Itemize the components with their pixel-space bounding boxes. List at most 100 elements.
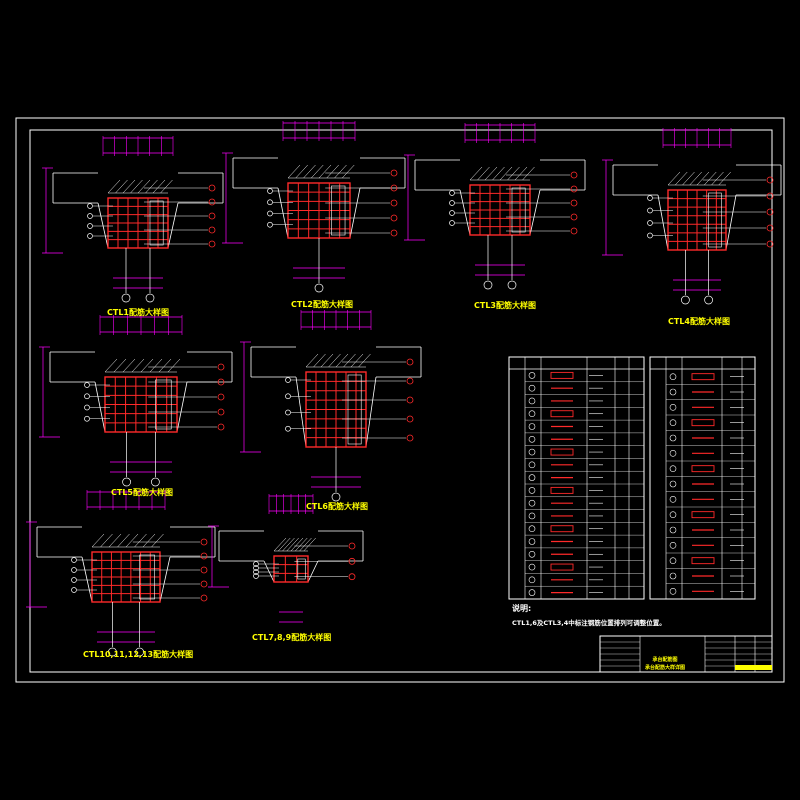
bar-mark-bubble bbox=[406, 396, 414, 404]
bar-shape bbox=[691, 373, 715, 381]
bar-number-bubble bbox=[528, 576, 536, 584]
bar-number-bubble bbox=[669, 588, 677, 595]
hatch-line bbox=[313, 353, 326, 368]
haunch-line bbox=[365, 376, 377, 448]
bar-number-bubble bbox=[669, 465, 677, 472]
hatch-line bbox=[484, 166, 498, 181]
detail-title-ctl6: CTL6配筋大样图 bbox=[306, 501, 368, 511]
bar-mark-bubble bbox=[285, 425, 291, 432]
bar-number-bubble bbox=[528, 487, 536, 494]
hatch-line bbox=[492, 166, 505, 181]
bar-mark-bubble bbox=[200, 594, 208, 602]
bar-shape bbox=[691, 511, 715, 519]
detail-title-ctl2: CTL2配筋大样图 bbox=[291, 299, 353, 309]
bar-number-bubble bbox=[669, 572, 677, 580]
bar-number-bubble bbox=[528, 512, 536, 520]
bar-mark-bubble bbox=[217, 423, 225, 431]
bar-number-bubble bbox=[528, 397, 536, 405]
detail-d2 bbox=[222, 121, 406, 293]
hatch-line bbox=[107, 179, 121, 194]
hatch-line bbox=[667, 171, 681, 186]
bar-number-bubble bbox=[669, 542, 677, 549]
hatch-line bbox=[130, 179, 143, 194]
bar-mark-bubble bbox=[390, 214, 398, 222]
hatch-line bbox=[122, 358, 136, 373]
bar-mark-bubble bbox=[87, 223, 93, 229]
bar-number-bubble bbox=[528, 474, 536, 481]
haunch-line bbox=[295, 376, 307, 448]
bar-mark-bubble bbox=[348, 542, 356, 550]
bar-number-bubble bbox=[528, 372, 536, 379]
axis-bubble bbox=[145, 293, 155, 303]
bar-mark-bubble bbox=[570, 213, 578, 221]
bar-shape bbox=[550, 486, 574, 494]
bar-number-bubble bbox=[669, 450, 677, 457]
hatch-line bbox=[160, 179, 173, 194]
bar-mark-bubble bbox=[449, 210, 455, 216]
bar-mark-bubble bbox=[285, 409, 291, 416]
hatch-line bbox=[718, 171, 731, 186]
hatch-line bbox=[675, 171, 688, 186]
hatch-line bbox=[335, 353, 349, 368]
hatch-line bbox=[287, 164, 301, 179]
axis-bubble bbox=[121, 293, 131, 303]
haunch-line bbox=[94, 381, 106, 433]
hatch-line bbox=[158, 358, 172, 373]
bar-number-bubble bbox=[669, 419, 677, 426]
hatch-line bbox=[295, 164, 308, 179]
axis-bubble bbox=[331, 492, 341, 502]
detail-title-ctl5: CTL5配筋大样图 bbox=[111, 487, 173, 497]
bar-mark-bubble bbox=[267, 221, 273, 228]
bar-number-bubble bbox=[669, 480, 677, 488]
bar-mark-bubble bbox=[570, 185, 578, 193]
rebar-cage bbox=[273, 555, 309, 583]
bar-mark-bubble bbox=[285, 377, 291, 383]
hatch-line bbox=[326, 164, 339, 179]
bar-mark-bubble bbox=[267, 199, 273, 206]
haunch-line bbox=[97, 202, 109, 249]
hatch-line bbox=[145, 179, 158, 194]
bar-mark-bubble bbox=[267, 188, 273, 194]
bar-number-bubble bbox=[528, 499, 536, 507]
detail-title-ctl1: CTL1配筋大样图 bbox=[107, 307, 169, 317]
bar-mark-bubble bbox=[285, 393, 291, 400]
detail-d3 bbox=[404, 123, 586, 290]
detail-d8 bbox=[208, 494, 364, 623]
hatch-line bbox=[137, 179, 151, 194]
haunch-line bbox=[657, 194, 669, 251]
hatch-line bbox=[152, 179, 166, 194]
bar-mark-bubble bbox=[84, 382, 90, 388]
hatch-line bbox=[358, 353, 371, 368]
axis-bubble bbox=[122, 477, 131, 487]
bar-mark-bubble bbox=[208, 198, 216, 206]
bar-mark-bubble bbox=[84, 404, 90, 411]
bar-mark-bubble bbox=[200, 538, 208, 546]
haunch-line bbox=[307, 560, 319, 583]
bar-mark-bubble bbox=[84, 393, 90, 400]
bar-number-bubble bbox=[528, 448, 536, 456]
bar-mark-bubble bbox=[570, 227, 578, 235]
bar-shape bbox=[550, 525, 574, 533]
bar-mark-bubble bbox=[390, 229, 398, 237]
detail-title-ctl7-9: CTL7,8,9配筋大样图 bbox=[252, 632, 331, 642]
hatch-line bbox=[303, 164, 316, 179]
bar-shape bbox=[550, 563, 574, 571]
haunch-line bbox=[159, 556, 171, 603]
axis-bubble bbox=[507, 280, 517, 290]
stirrup-outline bbox=[297, 558, 306, 580]
hatch-line bbox=[469, 166, 483, 181]
bar-mark-bubble bbox=[200, 566, 208, 574]
hatch-line bbox=[343, 353, 356, 368]
bar-mark-bubble bbox=[647, 195, 653, 201]
bar-number-bubble bbox=[669, 526, 677, 534]
detail-d1 bbox=[42, 136, 224, 303]
bar-mark-bubble bbox=[647, 220, 653, 226]
bar-number-bubble bbox=[528, 538, 536, 545]
bar-mark-bubble bbox=[208, 240, 216, 248]
bar-mark-bubble bbox=[200, 580, 208, 588]
hatch-line bbox=[328, 353, 341, 368]
bar-mark-bubble bbox=[406, 415, 414, 423]
hatch-line bbox=[131, 358, 145, 373]
axis-bubble bbox=[704, 295, 713, 305]
bar-mark-bubble bbox=[449, 200, 455, 206]
